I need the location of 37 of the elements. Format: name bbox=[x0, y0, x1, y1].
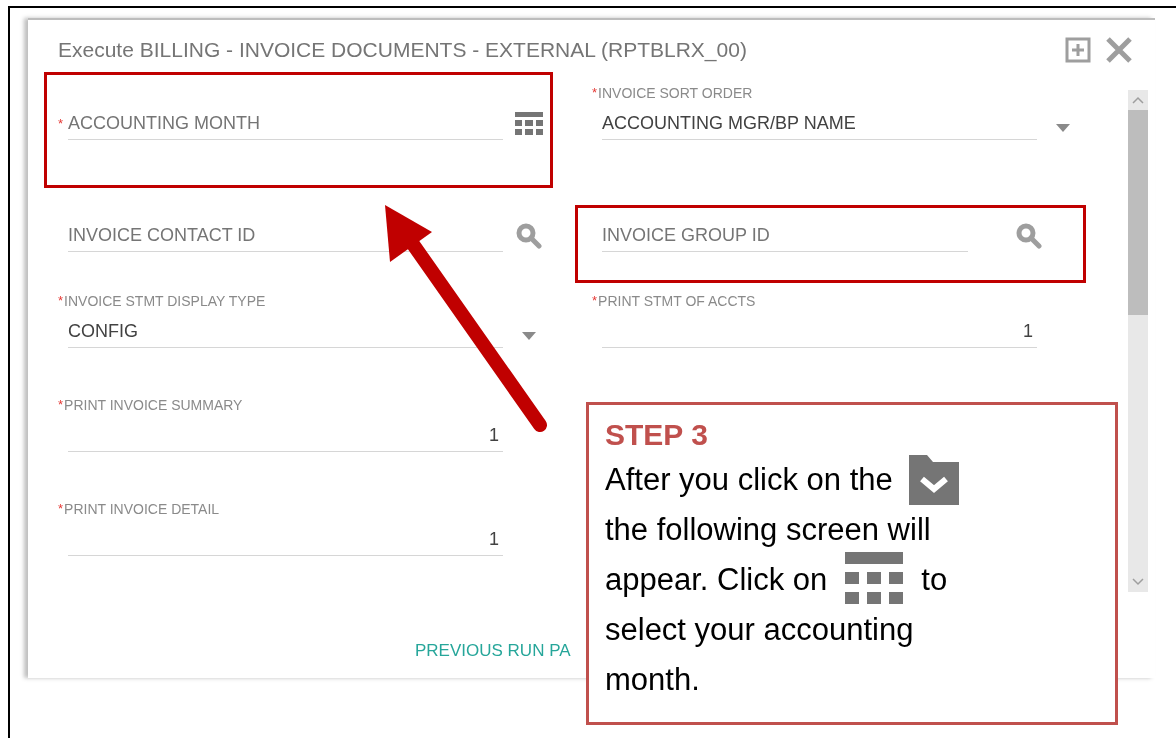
scroll-up-icon[interactable] bbox=[1132, 96, 1144, 104]
input-field[interactable]: INVOICE GROUP ID bbox=[602, 220, 968, 252]
dialog-title: Execute BILLING - INVOICE DOCUMENTS - EXTERNAL (RPTBLRX_00) bbox=[58, 37, 748, 64]
maximize-icon[interactable] bbox=[1065, 37, 1091, 63]
required-mark: * bbox=[58, 115, 64, 133]
input-field[interactable]: 1 bbox=[68, 524, 503, 556]
scrollbar[interactable] bbox=[1128, 90, 1148, 592]
scroll-down-icon[interactable] bbox=[1132, 578, 1144, 586]
input-field[interactable]: ACCOUNTING MONTH bbox=[68, 108, 503, 140]
field-label: INVOICE SORT ORDER bbox=[598, 84, 753, 103]
field-label: PRINT INVOICE SUMMARY bbox=[64, 396, 243, 415]
input-field[interactable]: ACCOUNTING MGR/BP NAME bbox=[602, 108, 1037, 140]
dropdown-caret-icon[interactable] bbox=[1056, 124, 1070, 132]
required-mark: * bbox=[58, 396, 64, 414]
required-mark: * bbox=[592, 84, 598, 102]
input-field[interactable]: 1 bbox=[68, 420, 503, 452]
callout-text: appear. Click on bbox=[605, 560, 828, 599]
callout-text: month. bbox=[605, 660, 700, 699]
search-icon[interactable] bbox=[1015, 223, 1042, 249]
folder-check-icon bbox=[908, 455, 959, 505]
callout-text: to bbox=[921, 560, 948, 599]
calendar-icon[interactable] bbox=[515, 112, 543, 136]
search-icon[interactable] bbox=[516, 223, 542, 249]
required-mark: * bbox=[592, 292, 598, 310]
dropdown-caret-icon[interactable] bbox=[522, 332, 536, 340]
field-label: PRINT INVOICE DETAIL bbox=[64, 500, 220, 519]
required-mark: * bbox=[58, 500, 64, 518]
input-field[interactable]: CONFIG bbox=[68, 316, 503, 348]
field-label: INVOICE STMT DISPLAY TYPE bbox=[64, 292, 266, 311]
input-field[interactable]: 1 bbox=[602, 316, 1037, 348]
callout-text: the following screen will bbox=[605, 510, 931, 549]
required-mark: * bbox=[58, 292, 64, 310]
close-icon[interactable] bbox=[1105, 36, 1133, 64]
callout-text: select your accounting bbox=[605, 610, 914, 649]
callout-text: After you click on the bbox=[605, 460, 893, 499]
field-label: PRINT STMT OF ACCTS bbox=[598, 292, 756, 311]
callout-heading: STEP 3 bbox=[605, 417, 709, 453]
